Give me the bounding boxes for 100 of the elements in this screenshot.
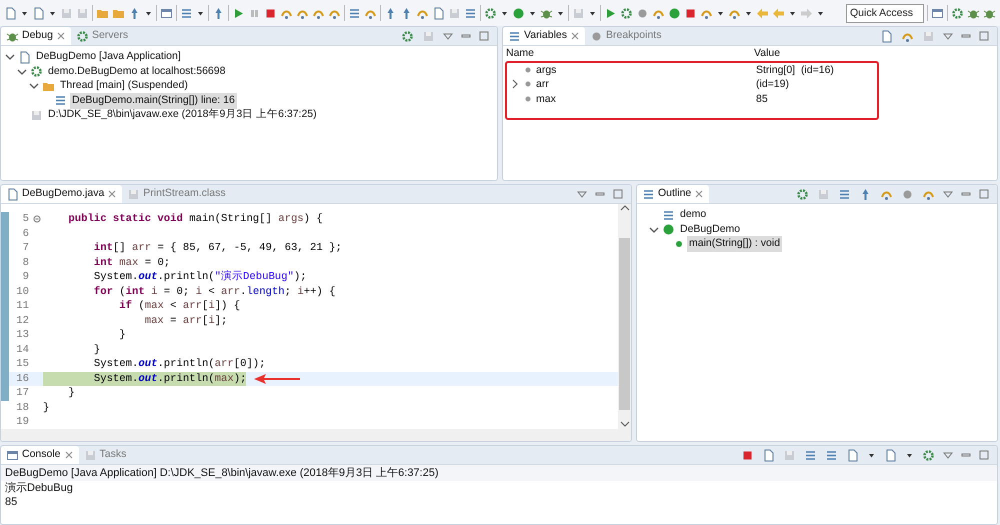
gear-icon[interactable] (922, 448, 935, 462)
line-number: 14 (15, 342, 30, 357)
close-icon[interactable] (570, 31, 580, 41)
chevron-icon[interactable] (649, 224, 659, 235)
code-line: } (67, 386, 75, 400)
tree-item[interactable]: demo (678, 207, 708, 224)
code-line: } (43, 400, 50, 415)
window-icon[interactable] (160, 6, 173, 20)
view-menu-icon[interactable] (443, 31, 453, 41)
chevron-icon[interactable] (29, 81, 39, 92)
fold-icon[interactable] (33, 215, 41, 224)
window-icon (6, 448, 19, 462)
code-line: public static void main(String[] args) { (67, 212, 323, 226)
stop-icon[interactable] (684, 6, 697, 20)
window-icon[interactable] (931, 6, 944, 20)
circle-icon[interactable] (636, 6, 649, 20)
line-number: 16 (15, 372, 30, 386)
view-tab[interactable]: Outline (637, 185, 710, 203)
document-icon[interactable] (762, 448, 775, 462)
scrollbar-thumb[interactable] (619, 238, 630, 410)
tree-item[interactable]: demo.DeBugDemo at localhost:56698 (46, 64, 228, 80)
vertical-scrollbar[interactable] (618, 204, 631, 429)
console-output-line: 85 (4, 495, 18, 509)
document-icon[interactable] (4, 6, 17, 20)
view-tab[interactable]: DeBugDemo.java (1, 185, 122, 203)
maximize-icon[interactable] (979, 31, 989, 41)
tree-item[interactable]: Thread [main] (Suspended) (58, 78, 190, 94)
view-menu-icon[interactable] (943, 31, 953, 41)
line-number: 6 (22, 226, 30, 241)
line-number: 17 (15, 386, 30, 400)
document-icon[interactable] (32, 6, 45, 20)
play-icon[interactable] (232, 6, 245, 20)
tree-item[interactable]: D:\JDK_SE_8\bin\javaw.exe (2018年9月3日 上午6:37:25) (46, 107, 319, 124)
list-icon[interactable] (464, 6, 477, 20)
view-menu-icon[interactable] (577, 189, 587, 199)
list-icon[interactable] (804, 448, 817, 462)
document-icon[interactable] (846, 448, 859, 462)
code-line: System.out.println("演示DebuBug"); (92, 270, 307, 284)
stop-icon[interactable] (741, 448, 754, 462)
tree-item[interactable]: DeBugDemo (678, 222, 742, 238)
gear-icon[interactable] (484, 6, 497, 20)
variable-value: String[0] (id=16) (755, 62, 835, 77)
circle-icon[interactable] (901, 188, 914, 200)
line-number: 9 (22, 270, 30, 284)
view-tab[interactable]: Tasks (78, 446, 132, 464)
column-header[interactable]: Name (503, 46, 751, 60)
close-icon[interactable] (694, 189, 704, 199)
code-line: int[] arr = { 85, 67, -5, 49, 63, 21 }; (92, 241, 342, 256)
circle-icon[interactable] (668, 6, 681, 20)
document-icon[interactable] (432, 6, 445, 20)
line-number: 13 (15, 328, 30, 342)
arrow-annotation (254, 372, 300, 385)
line-number: 15 (15, 357, 30, 372)
document-icon[interactable] (880, 30, 893, 42)
horizontal-scrollbar[interactable] (1, 429, 631, 441)
maximize-icon[interactable] (979, 189, 989, 199)
view-menu-icon[interactable] (943, 450, 953, 460)
document-icon[interactable] (884, 448, 897, 462)
gear-icon[interactable] (951, 6, 964, 20)
line-number: 7 (22, 241, 30, 256)
document-icon (18, 50, 31, 64)
column-header[interactable]: Value (751, 46, 997, 60)
view-tab[interactable]: Variables (503, 27, 585, 45)
code-line: int max = 0; (92, 256, 170, 270)
list-icon[interactable] (825, 448, 838, 462)
maximize-icon[interactable] (479, 31, 489, 41)
line-number: 19 (15, 415, 30, 430)
tree-item[interactable]: DeBugDemo [Java Application] (34, 49, 183, 66)
gear-icon[interactable] (620, 6, 633, 20)
view-tab[interactable]: Debug (1, 27, 71, 45)
list-icon[interactable] (180, 6, 193, 20)
chevron-icon[interactable] (510, 79, 520, 90)
scroll-up-icon[interactable] (620, 204, 630, 213)
tree-item[interactable]: DeBugDemo.main(String[]) line: 16 (70, 92, 237, 109)
view-tab[interactable]: Servers (70, 27, 134, 45)
tree-item[interactable]: main(String[]) : void (687, 236, 782, 252)
list-icon[interactable] (348, 6, 361, 20)
view-menu-icon[interactable] (943, 189, 953, 199)
close-icon[interactable] (107, 189, 118, 199)
code-line: } (92, 342, 100, 357)
view-tab[interactable]: PrintStream.class (122, 185, 231, 203)
close-icon[interactable] (56, 31, 66, 41)
maximize-icon[interactable] (613, 189, 623, 199)
scroll-down-icon[interactable] (620, 420, 630, 429)
maximize-icon[interactable] (979, 450, 989, 460)
list-icon[interactable] (838, 188, 851, 200)
variable-value: (id=19) (755, 77, 790, 92)
gear-icon (30, 65, 43, 78)
code-line: for (int i = 0; i < arr.length; i++) { (92, 284, 336, 299)
chevron-icon[interactable] (17, 66, 27, 77)
chevron-icon[interactable] (5, 52, 15, 62)
gear-icon[interactable] (796, 188, 809, 200)
quick-access-field[interactable]: Quick Access (846, 4, 924, 22)
play-icon[interactable] (604, 6, 617, 20)
view-tab[interactable]: Console (1, 446, 79, 464)
variable-name: args (536, 62, 556, 77)
close-icon[interactable] (64, 450, 74, 460)
stop-icon[interactable] (264, 6, 277, 20)
gear-icon[interactable] (401, 30, 414, 42)
view-tab[interactable]: Breakpoints (585, 27, 666, 45)
